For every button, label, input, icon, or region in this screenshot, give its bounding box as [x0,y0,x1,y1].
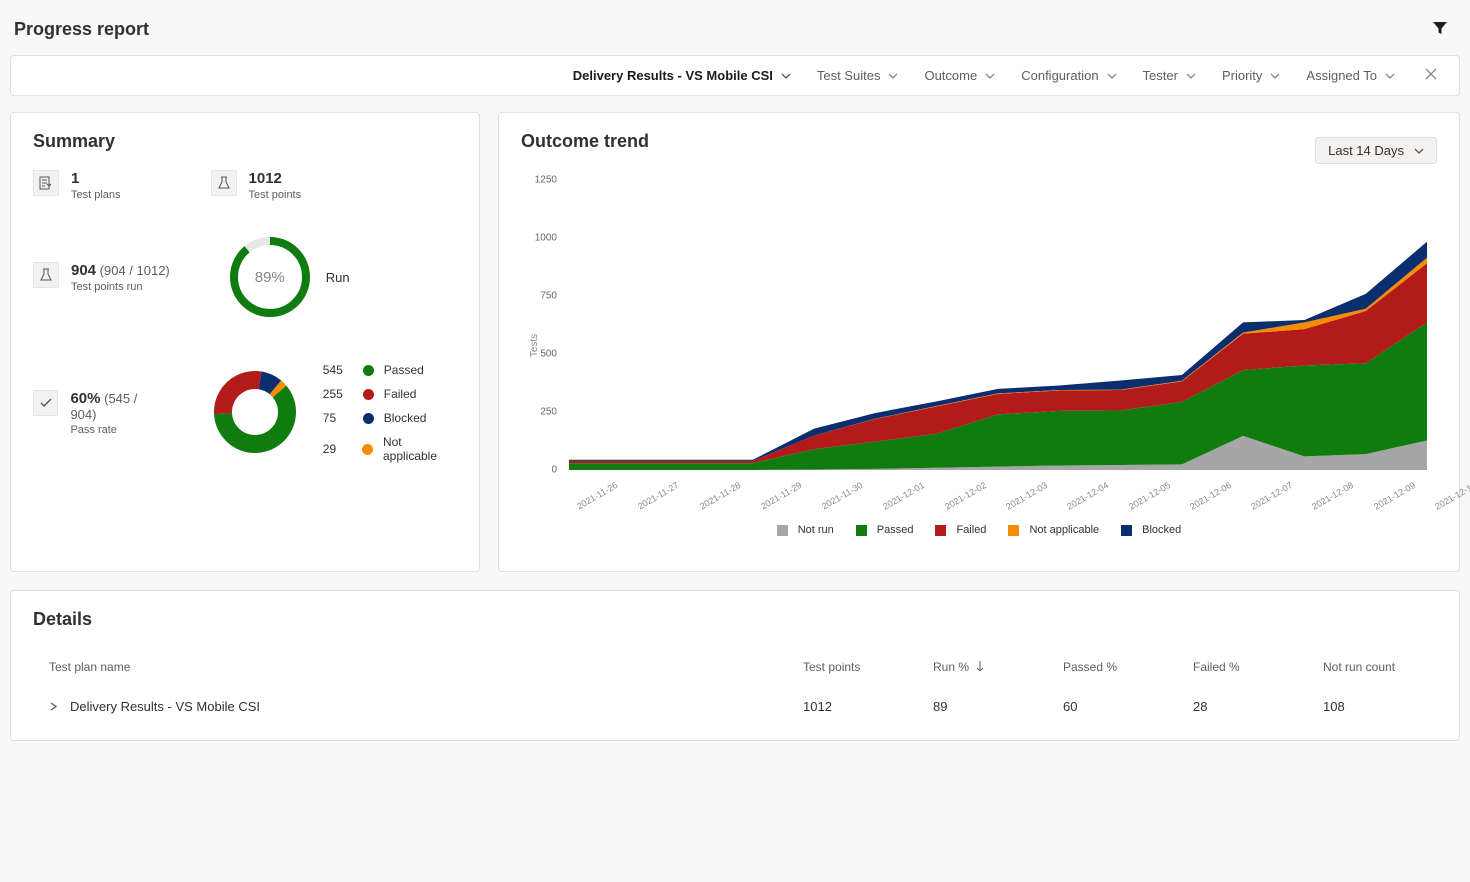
pass-rate-donut [213,370,297,457]
filter-bar: Delivery Results - VS Mobile CSI Test Su… [10,55,1460,96]
legend-passed: Passed [856,524,914,536]
filter-outcome[interactable]: Outcome [924,68,995,83]
run-ring-caption: Run [326,270,350,285]
row-passed-pct: 60 [1047,687,1177,727]
chevron-down-icon [888,71,898,81]
filter-tester[interactable]: Tester [1143,68,1196,83]
legend-blocked: Blocked [1121,524,1181,536]
trend-chart: Tests 025050075010001250 2021-11-262021-… [521,180,1437,520]
filter-configuration[interactable]: Configuration [1021,68,1116,83]
details-title: Details [33,609,1437,630]
filter-test-plan-label: Delivery Results - VS Mobile CSI [573,68,773,83]
dot-failed [363,389,374,400]
legend-na: Not applicable [1008,524,1099,536]
legend-failed: Failed [935,524,986,536]
trend-legend: Not run Passed Failed Not applicable Blo… [521,524,1437,536]
page-title: Progress report [14,19,149,40]
sort-desc-icon [976,660,984,674]
stat-pass-rate: 60% (545 / 904) Pass rate [33,390,165,436]
outcome-trend-card: Outcome trend Last 14 Days Tests 0250500… [498,112,1460,572]
stat-test-points-run: 904 (904 / 1012) Test points run [33,262,170,293]
chevron-down-icon [985,71,995,81]
chevron-right-icon[interactable] [49,699,58,714]
run-ring-pct: 89% [228,235,312,319]
chevron-down-icon [781,71,791,81]
col-run-pct[interactable]: Run % [917,648,1047,687]
chevron-down-icon [1270,71,1280,81]
row-not-run: 108 [1307,687,1437,727]
details-card: Details Test plan name Test points Run %… [10,590,1460,741]
col-test-points[interactable]: Test points [787,648,917,687]
donut-legend: 545 Passed 255 Failed 75 Blocked 29 [323,363,457,463]
dot-na [362,444,373,455]
row-run-pct: 89 [917,687,1047,727]
row-plan-name: Delivery Results - VS Mobile CSI [70,699,260,714]
chevron-down-icon [1186,71,1196,81]
dot-blocked [363,413,374,424]
col-test-plan-name[interactable]: Test plan name [33,648,787,687]
filter-assigned-to[interactable]: Assigned To [1306,68,1395,83]
chevron-down-icon [1107,71,1117,81]
beaker-icon [211,170,237,196]
col-passed-pct[interactable]: Passed % [1047,648,1177,687]
filter-priority[interactable]: Priority [1222,68,1280,83]
stat-test-plans: 1 Test plans [33,170,121,201]
test-plan-icon [33,170,59,196]
run-percentage-ring: 89% [228,235,312,319]
legend-passed: 545 Passed [323,363,457,377]
dot-passed [363,365,374,376]
row-test-points: 1012 [787,687,917,727]
trend-range-select[interactable]: Last 14 Days [1315,137,1437,164]
col-failed-pct[interactable]: Failed % [1177,648,1307,687]
legend-failed: 255 Failed [323,387,457,401]
legend-na: 29 Not applicable [323,435,457,463]
filter-test-suites[interactable]: Test Suites [817,68,899,83]
summary-title: Summary [33,131,457,152]
chevron-down-icon [1414,146,1424,156]
stat-test-points: 1012 Test points [211,170,302,201]
filter-test-plan[interactable]: Delivery Results - VS Mobile CSI [573,68,791,83]
col-not-run-count[interactable]: Not run count [1307,648,1437,687]
chevron-down-icon [1385,71,1395,81]
summary-card: Summary 1 Test plans 1012 Test points [10,112,480,572]
checkmark-icon [33,390,58,416]
trend-title: Outcome trend [521,131,649,152]
details-table: Test plan name Test points Run % Passed … [33,648,1437,726]
filter-icon-button[interactable] [1424,16,1456,43]
filter-icon [1432,20,1448,36]
table-row[interactable]: Delivery Results - VS Mobile CSI 1012 89… [33,687,1437,727]
clear-filters-button[interactable] [1421,66,1441,85]
beaker-icon [33,262,59,288]
legend-blocked: 75 Blocked [323,411,457,425]
row-failed-pct: 28 [1177,687,1307,727]
close-icon [1425,68,1437,80]
legend-not-run: Not run [777,524,834,536]
